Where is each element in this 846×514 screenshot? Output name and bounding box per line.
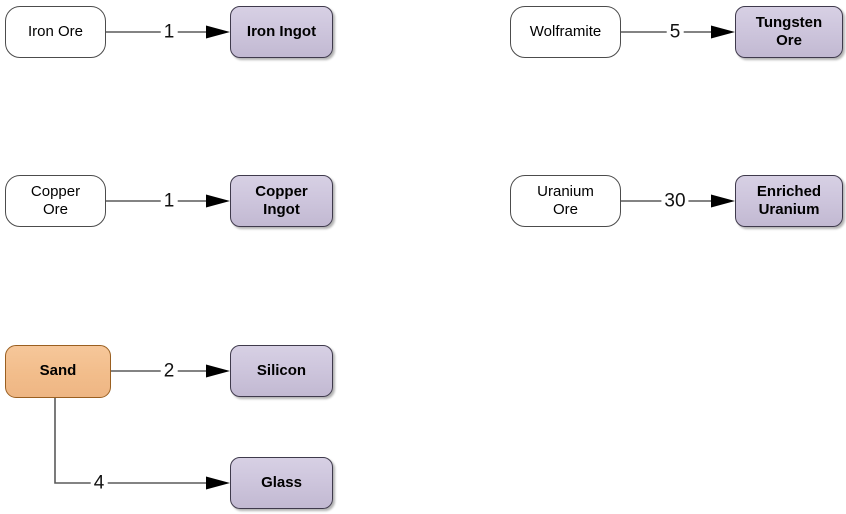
edge-quantity-iron-ore-to-iron-ingot: 1 (160, 22, 178, 42)
node-copper-ore-label: Copper Ore (30, 182, 81, 218)
recipe-diagram: 1 1 2 4 5 30 Iron Ore Iron Ingot Copper … (0, 0, 846, 514)
node-sand-label: Sand (39, 362, 77, 380)
edge-quantity-sand-to-glass: 4 (90, 473, 108, 493)
node-enriched-uranium[interactable]: Enriched Uranium (735, 175, 843, 227)
edge-layer (54, 25, 735, 490)
node-iron-ingot-label: Iron Ingot (246, 22, 317, 40)
node-wolframite[interactable]: Wolframite (510, 6, 621, 58)
edge-quantity-wolframite-to-tungsten-ore: 5 (666, 22, 684, 42)
edge-quantity-uranium-ore-to-enriched-uranium: 30 (661, 191, 689, 211)
node-silicon-label: Silicon (256, 361, 307, 379)
edge-quantity-copper-ore-to-copper-ingot: 1 (160, 191, 178, 211)
node-iron-ore-label: Iron Ore (27, 22, 84, 40)
node-wolframite-label: Wolframite (529, 22, 602, 40)
edge-sand-to-glass (54, 398, 230, 490)
node-iron-ore[interactable]: Iron Ore (5, 6, 106, 58)
edge-quantity-sand-to-silicon: 2 (160, 361, 178, 381)
node-enriched-uranium-label: Enriched Uranium (756, 182, 822, 218)
node-copper-ingot-label: Copper Ingot (255, 182, 308, 218)
node-iron-ingot[interactable]: Iron Ingot (230, 6, 333, 58)
node-tungsten-ore-label: Tungsten Ore (755, 13, 823, 49)
node-copper-ore[interactable]: Copper Ore (5, 175, 106, 227)
node-uranium-ore-label: Uranium Ore (537, 182, 594, 218)
node-sand[interactable]: Sand (5, 345, 111, 398)
node-glass[interactable]: Glass (230, 457, 333, 509)
node-uranium-ore[interactable]: Uranium Ore (510, 175, 621, 227)
node-copper-ingot[interactable]: Copper Ingot (230, 175, 333, 227)
node-tungsten-ore[interactable]: Tungsten Ore (735, 6, 843, 58)
node-silicon[interactable]: Silicon (230, 345, 333, 397)
node-glass-label: Glass (261, 473, 302, 491)
